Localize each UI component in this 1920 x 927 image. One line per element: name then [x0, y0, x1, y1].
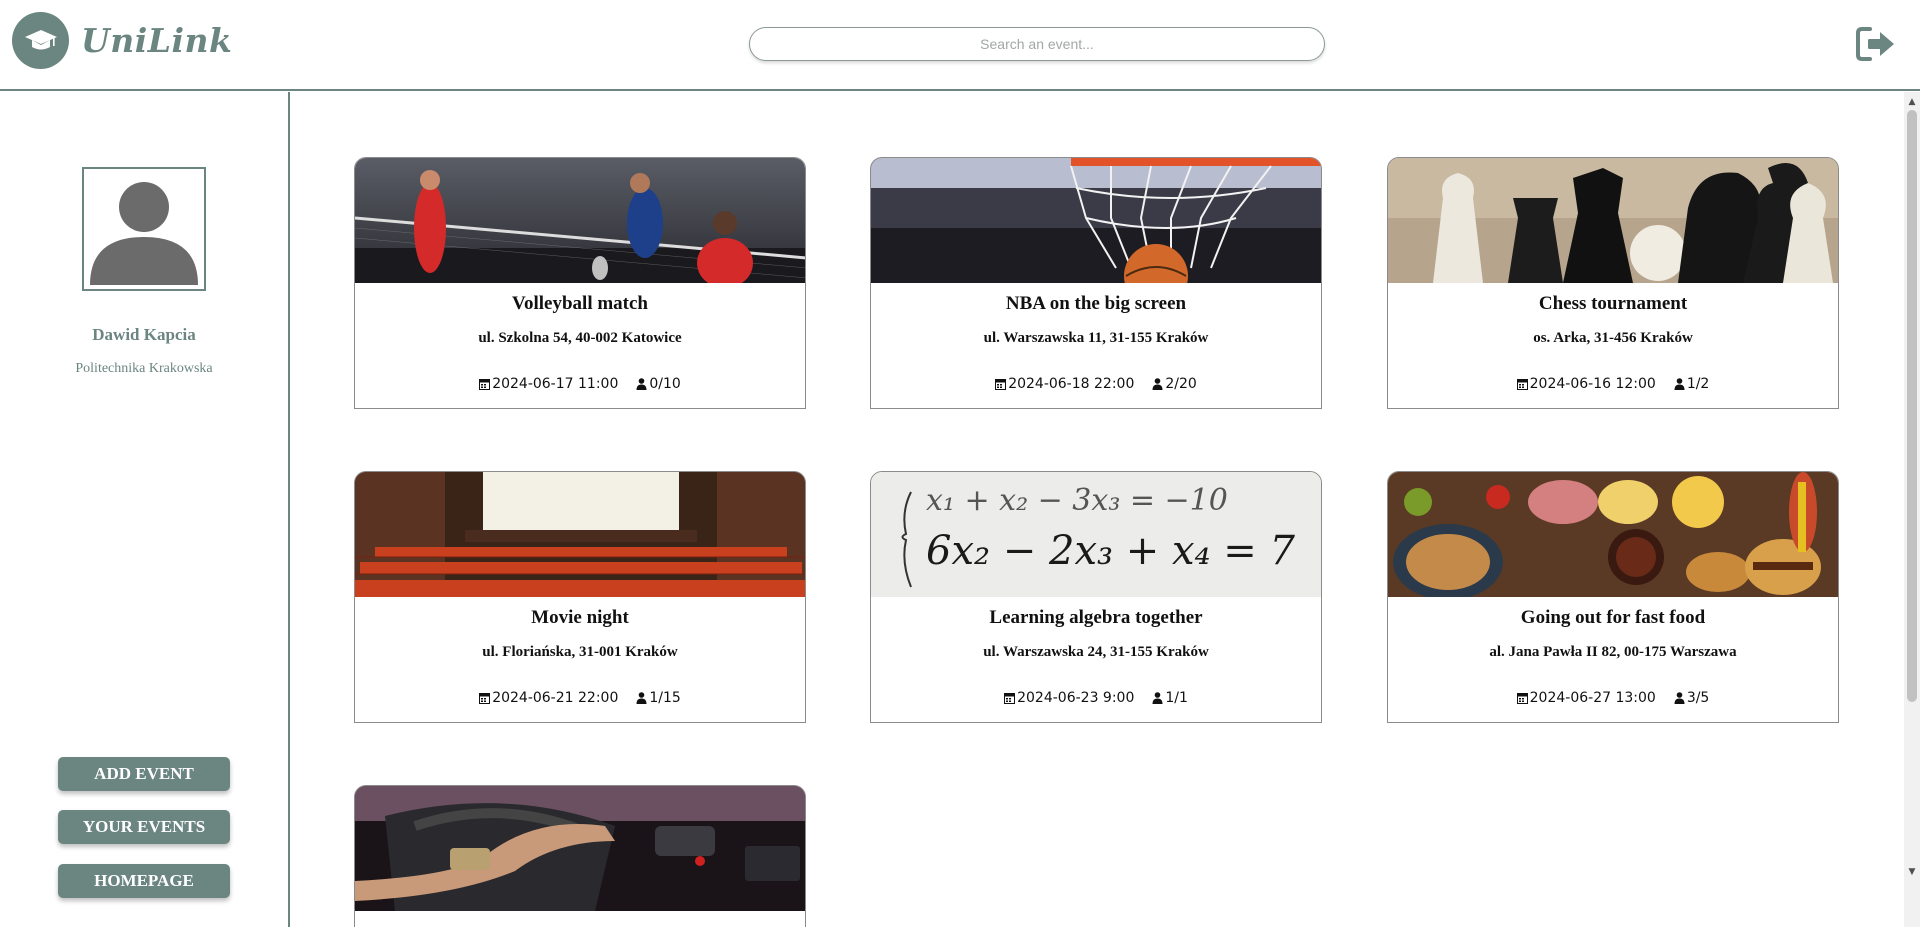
event-address: ul. Warszawska 11, 31-155 Kraków: [983, 330, 1209, 346]
event-title: NBA on the big screen: [1005, 293, 1187, 314]
event-card[interactable]: Movie night ul. Floriańska, 31-001 Krakó…: [354, 471, 806, 723]
person-icon: [1674, 692, 1685, 704]
calendar-icon: [1516, 379, 1528, 390]
event-participants: 1/1: [1165, 690, 1188, 706]
event-title: Chess tournament: [1538, 293, 1688, 314]
event-meta: 2024-06-23 9:00 1/1: [871, 690, 1321, 706]
event-card[interactable]: x₁ + x₂ − 3x₃ = −10 6x₂ − 2x₃ + x₄ = 7 L…: [870, 471, 1322, 723]
event-date: 2024-06-16 12:00: [1529, 376, 1656, 392]
app-logo[interactable]: UniLink: [12, 12, 232, 69]
homepage-button[interactable]: HOMEPAGE: [58, 864, 230, 898]
event-date: 2024-06-27 13:00: [1529, 690, 1656, 706]
calendar-icon: [995, 379, 1007, 390]
event-card[interactable]: Volleyball match ul. Szkolna 54, 40-002 …: [354, 157, 806, 409]
event-participants: 1/2: [1686, 376, 1710, 392]
event-address: os. Arka, 31-456 Kraków: [1533, 330, 1693, 346]
event-date: 2024-06-23 9:00: [1017, 690, 1135, 706]
scrollbar-thumb[interactable]: [1907, 110, 1917, 702]
svg-text:x₁ + x₂ − 3x₃ = −10: x₁ + x₂ − 3x₃ = −10: [926, 483, 1228, 518]
person-icon: [636, 692, 647, 704]
event-card[interactable]: Chess tournament os. Arka, 31-456 Kraków…: [1387, 157, 1839, 409]
car-steering-wheel-photo: [355, 786, 805, 911]
person-icon: [1152, 378, 1163, 390]
person-icon: [1674, 378, 1685, 390]
svg-text:6x₂ − 2x₃ + x₄ = 7: 6x₂ − 2x₃ + x₄ = 7: [926, 528, 1296, 574]
algebra-equations-photo: x₁ + x₂ − 3x₃ = −10 6x₂ − 2x₃ + x₄ = 7: [871, 472, 1321, 597]
event-meta: 2024-06-16 12:00 1/2: [1388, 376, 1838, 392]
event-address: ul. Floriańska, 31-001 Kraków: [482, 644, 678, 660]
search-input[interactable]: [749, 27, 1325, 61]
calendar-icon: [1516, 693, 1528, 704]
event-participants: 3/5: [1686, 690, 1710, 706]
event-address: al. Jana Pawła II 82, 00-175 Warszawa: [1489, 644, 1737, 660]
event-meta: 2024-06-21 22:00 1/15: [355, 690, 805, 706]
event-date: 2024-06-21 22:00: [492, 690, 619, 706]
scroll-up-arrow-icon[interactable]: ▲: [1906, 97, 1918, 107]
cinema-hall-photo: [355, 472, 805, 597]
scroll-down-arrow-icon[interactable]: ▼: [1906, 867, 1918, 877]
event-date: 2024-06-17 11:00: [492, 376, 619, 392]
person-icon: [1152, 692, 1163, 704]
fast-food-table-photo: [1388, 472, 1838, 597]
event-card[interactable]: [354, 785, 806, 927]
logout-icon[interactable]: [1854, 24, 1898, 64]
events-grid: Volleyball match ul. Szkolna 54, 40-002 …: [292, 92, 1904, 927]
calendar-icon: [1004, 693, 1016, 704]
user-university: Politechnika Krakowska: [75, 361, 213, 376]
event-title: Going out for fast food: [1520, 607, 1706, 628]
graduation-cap-icon: [12, 12, 69, 69]
event-card[interactable]: NBA on the big screen ul. Warszawska 11,…: [870, 157, 1322, 409]
chess-pieces-photo: [1388, 158, 1838, 283]
person-icon: [636, 378, 647, 390]
sidebar: Dawid Kapcia Politechnika Krakowska ADD …: [0, 92, 290, 927]
volleyball-players-photo: [355, 158, 805, 283]
event-date: 2024-06-18 22:00: [1008, 376, 1135, 392]
your-events-button[interactable]: YOUR EVENTS: [58, 810, 230, 844]
event-title: Learning algebra together: [989, 607, 1203, 628]
top-header: UniLink: [0, 0, 1920, 91]
event-address: ul. Warszawska 24, 31-155 Kraków: [983, 644, 1209, 660]
event-card[interactable]: Going out for fast food al. Jana Pawła I…: [1387, 471, 1839, 723]
user-placeholder-icon: [90, 182, 198, 285]
event-title: Movie night: [531, 607, 629, 628]
event-meta: 2024-06-27 13:00 3/5: [1388, 690, 1838, 706]
event-participants: 1/15: [649, 690, 681, 706]
calendar-icon: [479, 693, 491, 704]
event-title: Volleyball match: [512, 293, 648, 314]
app-name: UniLink: [81, 21, 233, 60]
event-meta: 2024-06-17 11:00 0/10: [355, 376, 805, 392]
calendar-icon: [479, 379, 491, 390]
add-event-button[interactable]: ADD EVENT: [58, 757, 230, 791]
event-address: ul. Szkolna 54, 40-002 Katowice: [478, 330, 682, 346]
event-meta: 2024-06-18 22:00 2/20: [871, 376, 1321, 392]
event-participants: 2/20: [1165, 376, 1197, 392]
basketball-net-photo: [871, 158, 1321, 283]
event-participants: 0/10: [649, 376, 681, 392]
user-name: Dawid Kapcia: [92, 325, 196, 344]
avatar: [82, 167, 206, 291]
